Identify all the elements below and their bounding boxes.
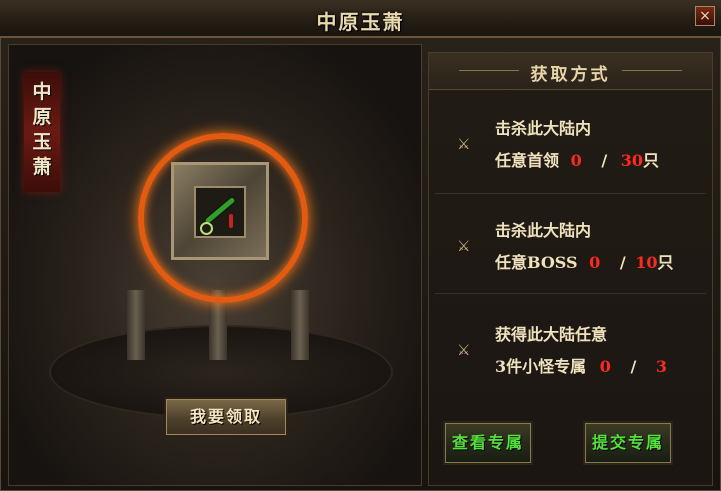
claim-button[interactable]: 我要领取 bbox=[166, 399, 286, 435]
title-bar: 中原玉萧 × bbox=[0, 0, 721, 38]
acquisition-panel: 获取方式 ⚔ 击杀此大陆内 任意首领 0 / 30只 ⚔ 击杀此大陆内 任意BO… bbox=[428, 52, 713, 486]
entry-line1: 击杀此大陆内 bbox=[495, 119, 592, 138]
entry-current-count: 0 bbox=[599, 357, 611, 376]
entry-current-count: 0 bbox=[589, 253, 601, 272]
submit-exclusive-button[interactable]: 提交专属 bbox=[585, 423, 671, 463]
entry-line2: 3件小怪专属 0 / 3 bbox=[495, 353, 667, 377]
banner-char: 玉 bbox=[32, 131, 52, 153]
close-icon[interactable]: × bbox=[695, 6, 715, 26]
entry-unit: 只 bbox=[643, 151, 660, 170]
entry-line1: 击杀此大陆内 bbox=[495, 221, 592, 240]
entry-separator: / bbox=[619, 253, 626, 272]
banner-char: 萧 bbox=[32, 156, 52, 178]
entry-target-count: 3 bbox=[655, 357, 667, 376]
crossed-swords-icon: ⚔ bbox=[457, 135, 471, 153]
header-ornament bbox=[622, 70, 682, 71]
banner-char: 中 bbox=[32, 81, 52, 103]
banner-char: 原 bbox=[32, 106, 52, 128]
entry-condition: 任意BOSS bbox=[495, 253, 578, 272]
view-exclusive-button[interactable]: 查看专属 bbox=[445, 423, 531, 463]
entry-current-count: 0 bbox=[570, 151, 582, 170]
crossed-swords-icon: ⚔ bbox=[457, 341, 471, 359]
acquisition-entry: ⚔ 击杀此大陆内 任意BOSS 0 / 10只 bbox=[435, 195, 706, 294]
entry-separator: / bbox=[601, 151, 608, 170]
entry-line2: 任意首领 0 / 30只 bbox=[495, 147, 659, 171]
acquisition-title: 获取方式 bbox=[530, 65, 611, 85]
acquisition-header: 获取方式 bbox=[429, 53, 712, 90]
entry-condition: 任意首领 bbox=[495, 151, 560, 170]
flute-ring-icon bbox=[200, 222, 213, 235]
entry-target-count: 30 bbox=[620, 151, 643, 170]
entry-unit: 只 bbox=[657, 253, 674, 272]
entry-separator: / bbox=[630, 357, 637, 376]
acquisition-entry: ⚔ 获得此大陆任意 3件小怪专属 0 / 3 bbox=[435, 297, 706, 395]
acquisition-entry: ⚔ 击杀此大陆内 任意首领 0 / 30只 bbox=[435, 95, 706, 194]
banner-text: 中 原 玉 萧 bbox=[24, 80, 60, 180]
entry-condition: 3件小怪专属 bbox=[495, 357, 587, 376]
entry-target-count: 10 bbox=[635, 253, 658, 272]
window-title: 中原玉萧 bbox=[316, 10, 405, 34]
altar-pillar bbox=[291, 290, 309, 360]
altar-pillar bbox=[127, 290, 145, 360]
entry-line1: 获得此大陆任意 bbox=[495, 325, 608, 344]
red-tassel-icon bbox=[229, 214, 233, 228]
entry-line2: 任意BOSS 0 / 10只 bbox=[495, 249, 674, 273]
crossed-swords-icon: ⚔ bbox=[457, 237, 471, 255]
